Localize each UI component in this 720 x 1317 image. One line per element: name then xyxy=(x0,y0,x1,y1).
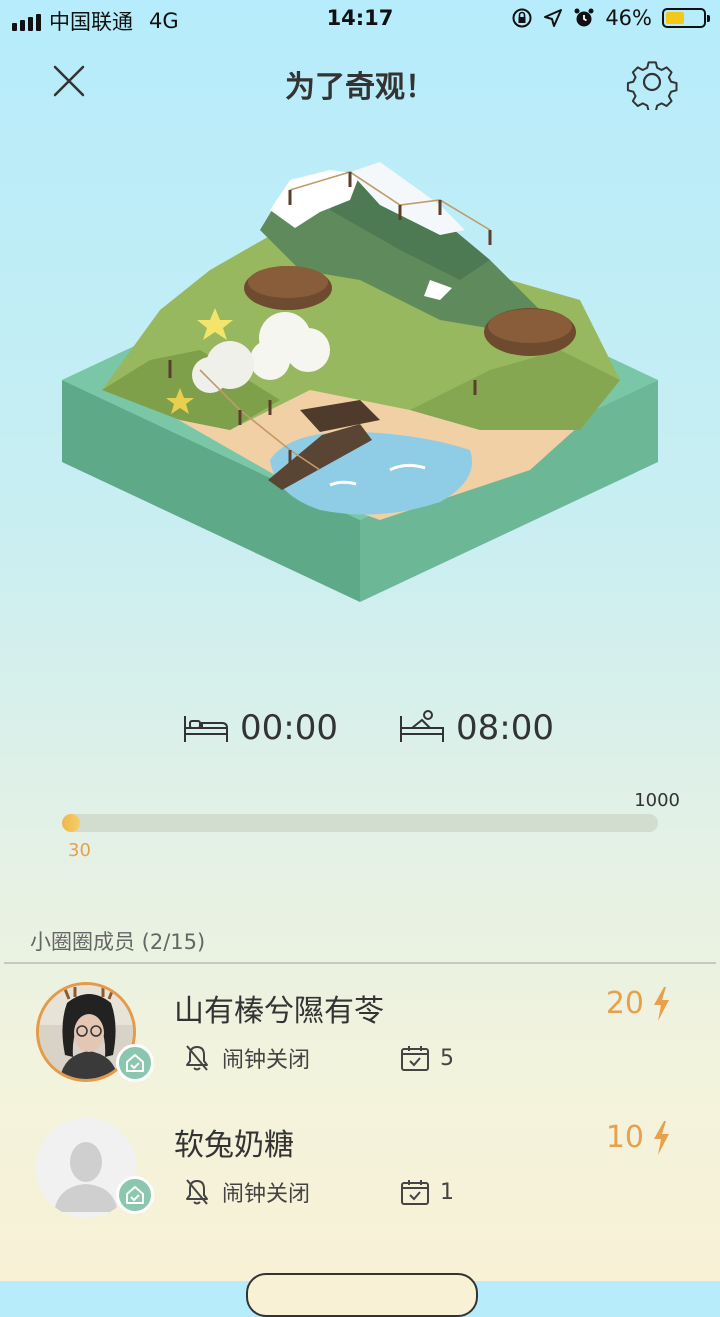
calendar-check-icon xyxy=(401,1180,429,1205)
bell-off-icon xyxy=(186,1045,208,1071)
member-row[interactable]: 山有榛兮隰有苓 20 闹钟关闭 5 xyxy=(0,982,720,1102)
members-title: 小圈圈成员 (2/15) xyxy=(30,930,206,954)
gear-icon xyxy=(626,61,678,112)
energy-progress: 1000 30 xyxy=(62,790,682,861)
member-meta: 闹钟关闭 1 xyxy=(184,1176,454,1208)
divider xyxy=(4,962,716,964)
calendar-check-icon xyxy=(401,1046,429,1071)
progress-track xyxy=(62,814,658,832)
lightning-icon xyxy=(654,986,669,1021)
progress-fill xyxy=(62,814,80,832)
bedtime-value: 00:00 xyxy=(240,708,338,748)
check-days: 5 xyxy=(400,1044,454,1072)
member-score: 10 xyxy=(606,1120,670,1155)
bedtime[interactable]: 00:00 xyxy=(182,708,338,748)
check-days: 1 xyxy=(400,1178,454,1206)
alarm-status: 闹钟关闭 xyxy=(184,1176,400,1208)
member-score-value: 20 xyxy=(605,986,644,1021)
sleep-schedule: 00:00 08:00 xyxy=(0,708,720,758)
bed-icon xyxy=(184,716,228,742)
home-badge-icon xyxy=(116,1176,154,1214)
wake-up-icon xyxy=(400,710,444,742)
alarm-icon xyxy=(574,8,594,27)
member-meta: 闹钟关闭 5 xyxy=(184,1042,454,1074)
alarm-status: 闹钟关闭 xyxy=(184,1042,400,1074)
settings-button[interactable] xyxy=(624,54,680,112)
alarm-status-label: 闹钟关闭 xyxy=(222,1048,311,1073)
status-right: 46% xyxy=(511,6,710,30)
rotation-lock-icon xyxy=(512,8,532,28)
member-score: 20 xyxy=(606,986,670,1021)
wake-time-value: 08:00 xyxy=(456,708,554,748)
check-days-value: 5 xyxy=(440,1045,454,1071)
check-days-value: 1 xyxy=(440,1179,454,1205)
member-score-value: 10 xyxy=(605,1120,644,1155)
battery-percent: 46% xyxy=(605,6,652,30)
lightning-icon xyxy=(654,1120,669,1155)
bell-off-icon xyxy=(186,1179,208,1205)
location-icon xyxy=(544,9,563,27)
home-badge-icon xyxy=(116,1044,154,1082)
status-bar: 中国联通 4G 14:17 46% xyxy=(0,0,720,40)
page-title: 为了奇观！ xyxy=(285,70,435,105)
member-row[interactable]: 软兔奶糖 10 闹钟关闭 1 xyxy=(0,1118,720,1238)
progress-max: 1000 xyxy=(634,790,680,811)
island-illustration[interactable] xyxy=(60,150,660,610)
battery-icon xyxy=(662,8,710,28)
top-bar: 为了奇观！ xyxy=(0,50,720,114)
wake-time[interactable]: 08:00 xyxy=(398,708,554,748)
member-name: 山有榛兮隰有苓 xyxy=(174,994,384,1029)
progress-current: 30 xyxy=(68,840,91,861)
member-name: 软兔奶糖 xyxy=(174,1128,294,1163)
alarm-status-label: 闹钟关闭 xyxy=(222,1182,311,1207)
bottom-action-button[interactable] xyxy=(246,1273,478,1317)
